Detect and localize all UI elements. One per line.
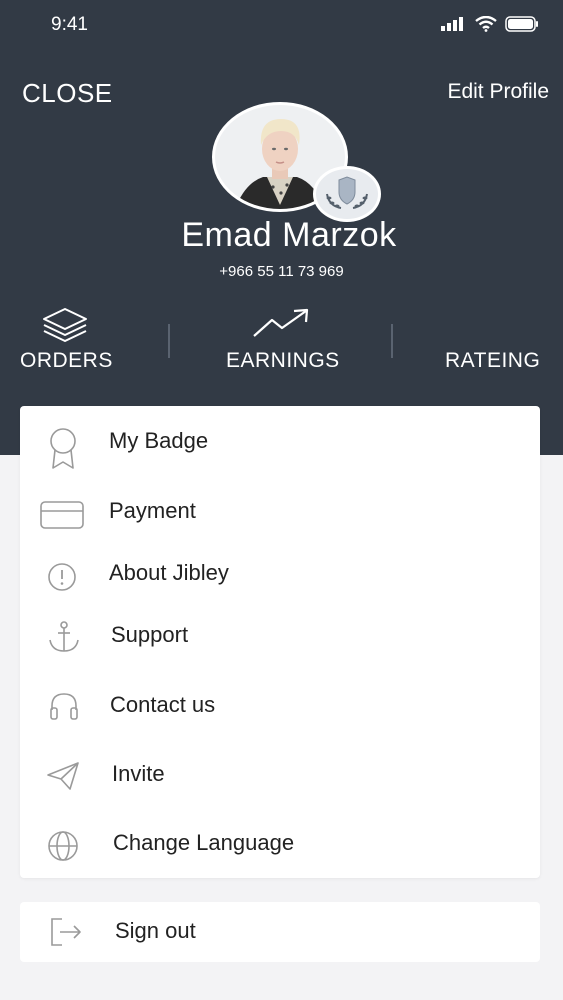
menu-item-label: Payment <box>109 498 196 523</box>
status-icons <box>441 16 539 32</box>
edit-profile-button[interactable]: Edit Profile <box>447 80 549 104</box>
headphones-icon <box>48 690 80 727</box>
status-time: 9:41 <box>51 14 88 35</box>
menu-item-label: Support <box>111 622 189 647</box>
stat-divider <box>391 324 393 358</box>
earnings-tab[interactable]: EARNINGS <box>226 349 340 373</box>
ribbon-badge-icon <box>46 426 80 475</box>
anchor-icon <box>47 620 81 659</box>
close-button[interactable]: CLOSE <box>22 78 113 109</box>
info-circle-icon <box>47 562 77 597</box>
signal-icon <box>441 17 463 31</box>
menu-item-my-badge[interactable]: My Badge <box>20 414 540 470</box>
credit-card-icon <box>40 501 84 534</box>
menu-item-payment[interactable]: Payment <box>20 484 540 540</box>
stat-divider <box>168 324 170 358</box>
layers-icon[interactable] <box>42 307 88 348</box>
menu-item-label: About Jibley <box>109 560 229 585</box>
user-phone: +966 55 11 73 969 <box>219 263 344 280</box>
globe-icon <box>47 830 79 867</box>
menu-item-contact-us[interactable]: Contact us <box>20 678 540 734</box>
shield-laurel-icon <box>326 176 368 209</box>
logout-icon <box>50 917 82 952</box>
menu-item-label: Invite <box>112 761 165 786</box>
wifi-icon <box>475 16 497 32</box>
user-name: Emad Marzok <box>181 216 397 254</box>
trending-up-icon[interactable] <box>252 308 310 343</box>
sign-out-button[interactable]: Sign out <box>20 902 540 962</box>
menu-item-support[interactable]: Support <box>20 608 540 664</box>
send-icon <box>46 761 80 796</box>
orders-tab[interactable]: ORDERS <box>20 349 113 373</box>
menu-item-change-language[interactable]: Change Language <box>20 816 540 872</box>
menu-item-label: Contact us <box>110 692 216 717</box>
battery-icon <box>505 16 538 32</box>
sign-out-label: Sign out <box>115 918 196 943</box>
menu-item-label: Change Language <box>113 830 295 855</box>
menu-item-label: My Badge <box>109 428 209 453</box>
rating-tab[interactable]: RATEING <box>445 349 540 373</box>
menu-card: My Badge Payment About Jibley Support Co… <box>20 406 540 878</box>
profile-badge <box>313 166 381 222</box>
menu-item-about[interactable]: About Jibley <box>20 546 540 602</box>
profile-header: 9:41 CLOSE Edit Profile Emad Marzok +966… <box>0 0 563 455</box>
menu-item-invite[interactable]: Invite <box>20 747 540 803</box>
